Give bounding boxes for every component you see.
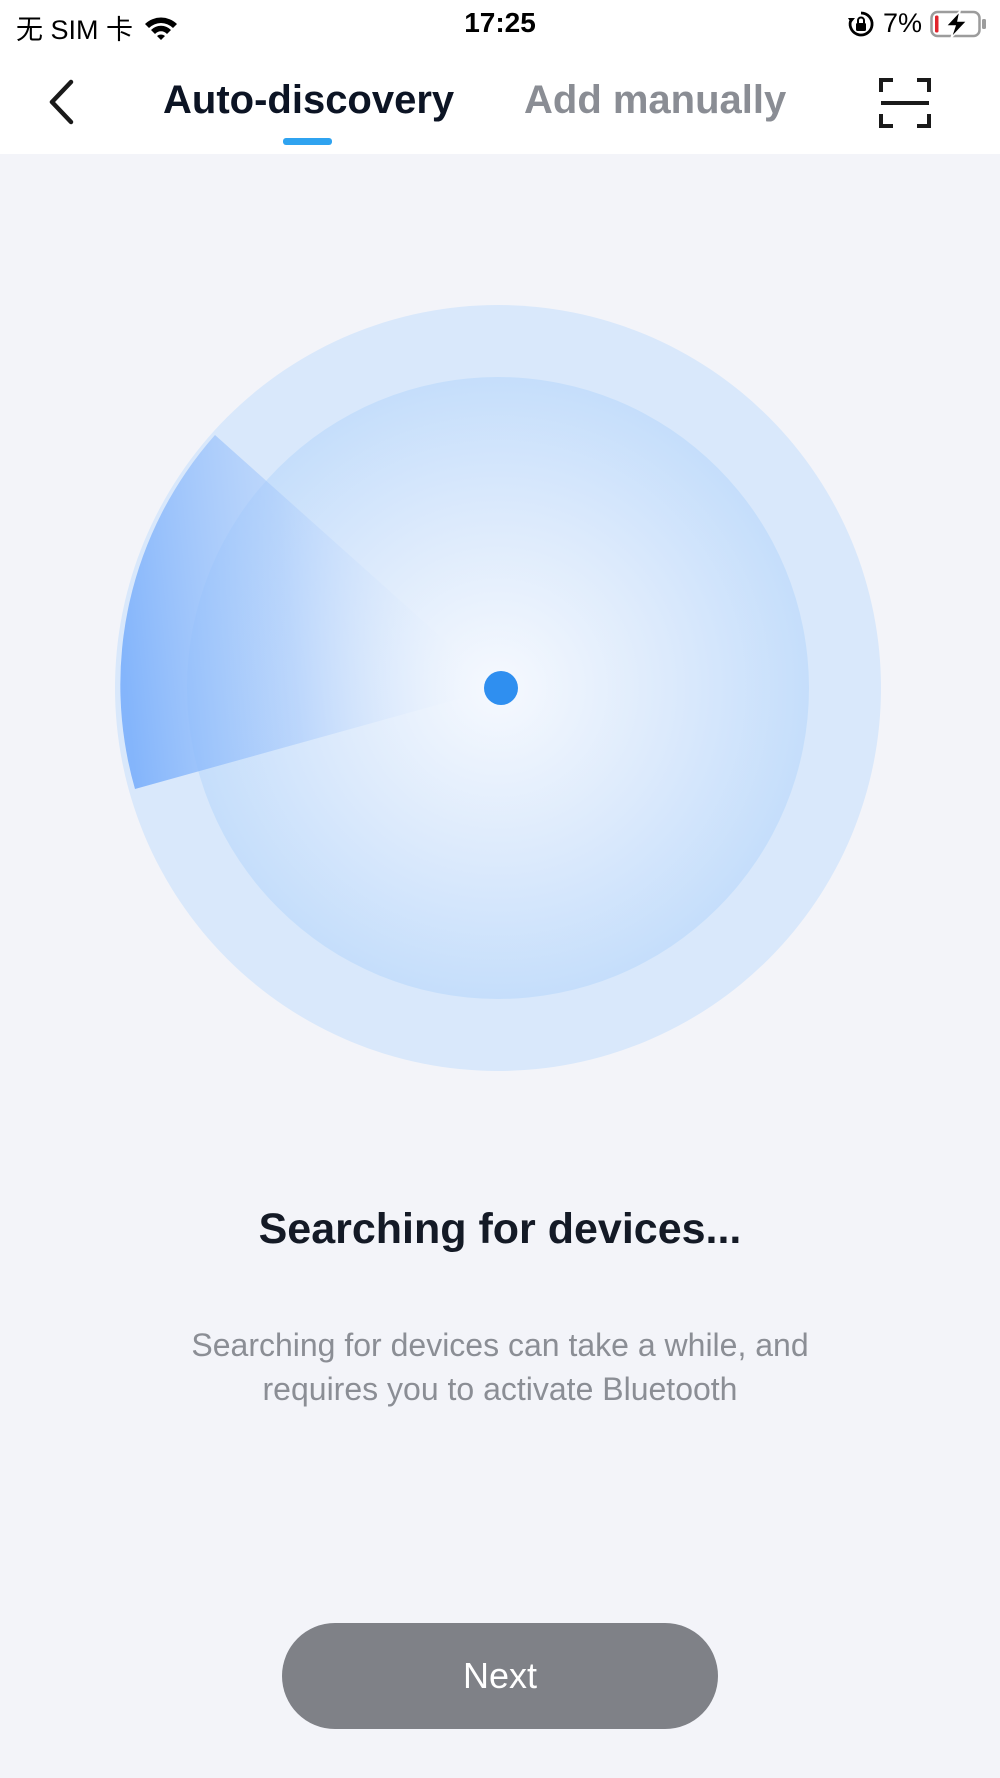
scan-button[interactable] [872,72,938,134]
tab-add-manually[interactable]: Add manually [524,70,786,130]
radar-center-dot [484,671,518,705]
chevron-left-icon [49,79,74,125]
nav-bar: Auto-discovery Add manually [0,54,1000,154]
rotation-lock-icon [847,11,874,36]
radar-scanner [115,305,881,1071]
battery-charging-icon [930,8,986,39]
status-right: 7% [839,8,988,39]
scan-frame-icon [879,78,931,128]
search-title: Searching for devices... [258,1205,742,1253]
battery-percent: 7% [882,8,922,38]
tab-auto-discovery[interactable]: Auto-discovery [163,70,454,130]
next-button[interactable]: Next [282,1623,718,1729]
search-description: Searching for devices can take a while, … [191,1327,809,1407]
active-tab-indicator [283,138,332,145]
back-button[interactable] [36,72,86,132]
status-bar: 无 SIM 卡 17:25 7% [0,0,1000,54]
